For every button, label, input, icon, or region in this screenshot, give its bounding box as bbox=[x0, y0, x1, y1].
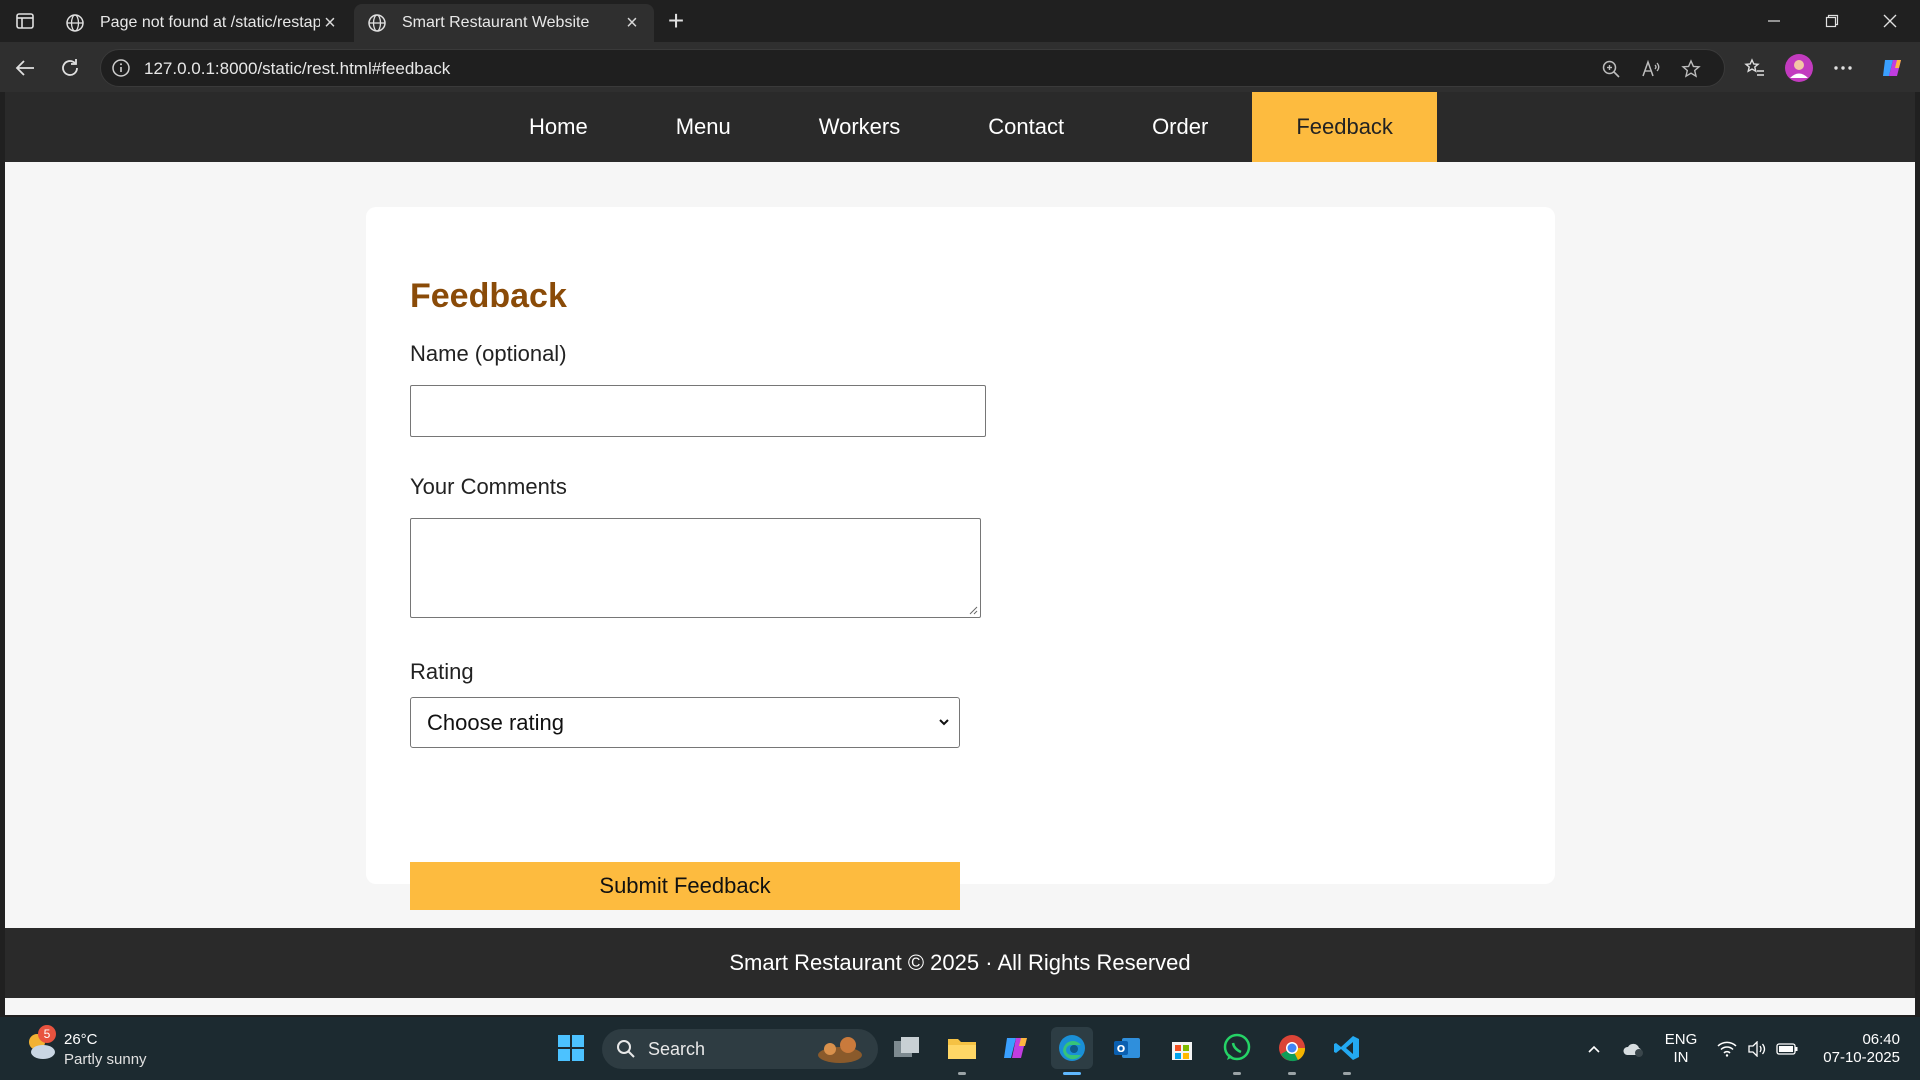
rating-label: Rating bbox=[410, 659, 474, 684]
weather-temp: 26°C bbox=[64, 1031, 98, 1048]
browser-toolbar: 127.0.0.1:8000/static/rest.html#feedback bbox=[0, 42, 1920, 92]
read-aloud-icon[interactable] bbox=[1639, 57, 1663, 81]
profile-avatar[interactable] bbox=[1782, 51, 1816, 85]
nav-home[interactable]: Home bbox=[485, 92, 632, 162]
show-hidden-icons[interactable] bbox=[1582, 1017, 1606, 1080]
rating-select[interactable]: Choose rating bbox=[410, 697, 960, 748]
url-text[interactable]: 127.0.0.1:8000/static/rest.html#feedback bbox=[144, 59, 450, 79]
search-icon bbox=[617, 1040, 635, 1058]
nav-workers[interactable]: Workers bbox=[775, 92, 945, 162]
running-indicator bbox=[1233, 1072, 1241, 1075]
running-indicator bbox=[958, 1072, 966, 1075]
page-viewport: Home Menu Workers Contact Order Feedback… bbox=[5, 92, 1915, 1015]
minimize-icon[interactable] bbox=[1745, 0, 1803, 42]
refresh-icon[interactable] bbox=[53, 51, 87, 85]
name-label: Name (optional) bbox=[410, 341, 567, 366]
nav-menu[interactable]: Menu bbox=[632, 92, 775, 162]
svg-text:O: O bbox=[1117, 1044, 1126, 1055]
active-indicator bbox=[1063, 1072, 1081, 1075]
globe-icon bbox=[64, 12, 86, 34]
whatsapp-icon[interactable] bbox=[1216, 1027, 1258, 1075]
nav-feedback[interactable]: Feedback bbox=[1252, 92, 1437, 162]
microsoft-store-icon[interactable] bbox=[1161, 1027, 1203, 1069]
language-indicator[interactable]: ENG IN bbox=[1660, 1017, 1702, 1080]
running-indicator bbox=[1343, 1072, 1351, 1075]
favorite-star-icon[interactable] bbox=[1679, 57, 1703, 81]
feedback-heading: Feedback bbox=[410, 277, 567, 315]
weather-badge: 5 bbox=[38, 1025, 56, 1043]
new-tab-icon[interactable]: + bbox=[660, 6, 692, 36]
feedback-card: Feedback Name (optional) Your Comments R… bbox=[366, 207, 1555, 910]
tab-title: Page not found at /static/restapp bbox=[100, 14, 320, 31]
outlook-icon[interactable]: O bbox=[1106, 1027, 1148, 1069]
edge-browser-icon[interactable] bbox=[1051, 1027, 1093, 1075]
address-bar[interactable]: 127.0.0.1:8000/static/rest.html#feedback bbox=[100, 49, 1725, 87]
site-navbar: Home Menu Workers Contact Order Feedback bbox=[5, 92, 1915, 162]
copilot-app-icon[interactable] bbox=[996, 1027, 1038, 1069]
comments-label: Your Comments bbox=[410, 474, 567, 499]
running-indicator bbox=[1288, 1072, 1296, 1075]
windows-taskbar: 5 26°C Partly sunny Search O ENG IN 06:4… bbox=[0, 1017, 1920, 1080]
favorites-icon[interactable] bbox=[1738, 51, 1772, 85]
windows-logo-icon bbox=[558, 1035, 584, 1061]
more-options-icon[interactable] bbox=[1826, 51, 1860, 85]
chevron-down-icon bbox=[939, 719, 949, 726]
search-highlight-icon bbox=[818, 1037, 862, 1063]
comments-textarea[interactable] bbox=[410, 518, 981, 618]
resize-grip-icon[interactable] bbox=[968, 605, 978, 615]
nav-order[interactable]: Order bbox=[1108, 92, 1252, 162]
copilot-icon[interactable] bbox=[1876, 51, 1910, 85]
chrome-icon[interactable] bbox=[1271, 1027, 1313, 1075]
weather-widget[interactable]: 5 26°C Partly sunny bbox=[24, 1025, 194, 1071]
weather-condition: Partly sunny bbox=[64, 1051, 147, 1068]
clock-time: 06:40 bbox=[1862, 1030, 1900, 1048]
vscode-icon[interactable] bbox=[1326, 1027, 1368, 1075]
taskbar-search[interactable]: Search bbox=[602, 1029, 878, 1069]
site-footer: Smart Restaurant © 2025 · All Rights Res… bbox=[5, 928, 1915, 998]
zoom-icon[interactable] bbox=[1599, 57, 1623, 81]
clock[interactable]: 06:40 07-10-2025 bbox=[1810, 1017, 1900, 1080]
volume-icon[interactable] bbox=[1744, 1017, 1770, 1080]
rating-selected-value: Choose rating bbox=[427, 709, 564, 735]
submit-feedback-button[interactable]: Submit Feedback bbox=[410, 862, 960, 910]
region-code: IN bbox=[1673, 1048, 1689, 1066]
start-button[interactable] bbox=[550, 1027, 592, 1069]
tab-title: Smart Restaurant Website bbox=[402, 14, 590, 31]
language-code: ENG bbox=[1664, 1030, 1698, 1048]
search-label: Search bbox=[648, 1039, 706, 1059]
site-info-icon[interactable] bbox=[111, 58, 131, 78]
tab-smart-restaurant[interactable]: Smart Restaurant Website × bbox=[354, 4, 654, 42]
browser-tab-bar: Page not found at /static/restapp × Smar… bbox=[0, 0, 1920, 42]
close-tab-icon[interactable]: × bbox=[622, 12, 642, 34]
nav-contact[interactable]: Contact bbox=[944, 92, 1108, 162]
file-explorer-icon[interactable] bbox=[941, 1027, 983, 1075]
name-input[interactable] bbox=[410, 385, 986, 437]
tab-actions-icon[interactable] bbox=[8, 6, 42, 36]
close-tab-icon[interactable]: × bbox=[320, 12, 340, 34]
footer-text: Smart Restaurant © 2025 · All Rights Res… bbox=[729, 950, 1191, 975]
task-view-icon[interactable] bbox=[886, 1027, 928, 1069]
back-icon[interactable] bbox=[8, 51, 42, 85]
nav-list: Home Menu Workers Contact Order Feedback bbox=[485, 92, 1437, 162]
close-window-icon[interactable] bbox=[1861, 0, 1919, 42]
globe-icon bbox=[366, 12, 388, 34]
battery-icon[interactable] bbox=[1774, 1017, 1800, 1080]
clock-date: 07-10-2025 bbox=[1823, 1048, 1900, 1066]
tab-page-not-found[interactable]: Page not found at /static/restapp × bbox=[52, 4, 352, 42]
restore-icon[interactable] bbox=[1803, 0, 1861, 42]
onedrive-icon[interactable] bbox=[1618, 1017, 1650, 1080]
wifi-icon[interactable] bbox=[1714, 1017, 1740, 1080]
